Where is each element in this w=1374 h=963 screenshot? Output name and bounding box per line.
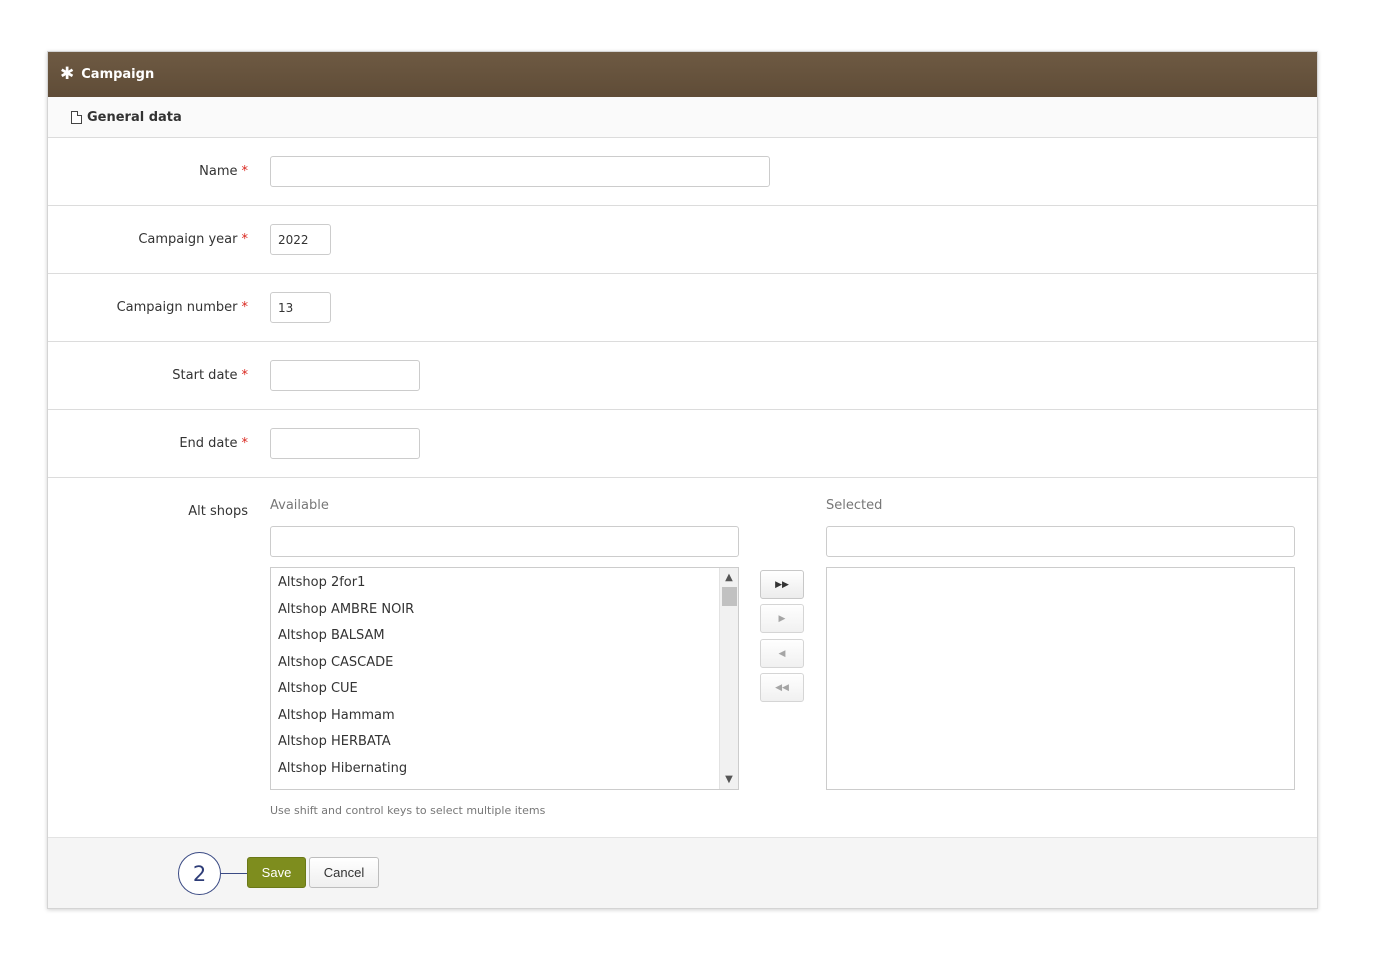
list-item[interactable]: Altshop BALSAM bbox=[271, 623, 738, 650]
selected-filter-input[interactable] bbox=[826, 526, 1295, 557]
start-date-label: Start date * bbox=[172, 368, 249, 383]
scroll-thumb[interactable] bbox=[722, 587, 737, 606]
double-chevron-right-icon: ▶▶ bbox=[775, 579, 789, 590]
start-date-input[interactable] bbox=[270, 360, 420, 391]
callout-line bbox=[221, 873, 247, 874]
available-filter-input[interactable] bbox=[270, 526, 739, 557]
campaign-number-row: Campaign number * bbox=[48, 274, 1317, 342]
list-item[interactable]: Altshop CUE bbox=[271, 676, 738, 703]
name-label: Name * bbox=[199, 164, 249, 179]
available-scrollbar[interactable]: ▲ ▼ bbox=[719, 568, 738, 789]
multi-select-hint: Use shift and control keys to select mul… bbox=[270, 804, 546, 817]
panel-header: ✱ Campaign bbox=[48, 52, 1317, 97]
move-all-left-button[interactable]: ◀◀ bbox=[760, 673, 804, 702]
list-item[interactable]: Altshop AMBRE NOIR bbox=[271, 597, 738, 624]
panel-title: Campaign bbox=[81, 67, 155, 82]
asterisk-icon: ✱ bbox=[60, 64, 75, 84]
move-all-right-button[interactable]: ▶▶ bbox=[760, 570, 804, 599]
available-title: Available bbox=[270, 498, 329, 513]
campaign-year-label: Campaign year * bbox=[138, 232, 249, 247]
required-marker: * bbox=[241, 368, 249, 383]
name-row: Name * bbox=[48, 138, 1317, 206]
campaign-year-row: Campaign year * bbox=[48, 206, 1317, 274]
end-date-input[interactable] bbox=[270, 428, 420, 459]
cancel-button[interactable]: Cancel bbox=[309, 857, 379, 888]
campaign-number-label: Campaign number * bbox=[116, 300, 249, 315]
chevron-right-icon: ▶ bbox=[778, 613, 786, 624]
chevron-left-icon: ◀ bbox=[778, 648, 786, 659]
end-date-row: End date * bbox=[48, 410, 1317, 478]
section-title: General data bbox=[87, 109, 182, 125]
campaign-panel: ✱ Campaign General data Name * Campaign y… bbox=[47, 51, 1318, 909]
name-input[interactable] bbox=[270, 156, 770, 187]
alt-shops-section: Alt shops Available Selected Altshop 2fo… bbox=[48, 478, 1317, 838]
list-item[interactable]: Altshop 2for1 bbox=[271, 570, 738, 597]
double-chevron-left-icon: ◀◀ bbox=[775, 682, 789, 693]
list-item[interactable]: Altshop CASCADE bbox=[271, 650, 738, 677]
section-header: General data bbox=[48, 97, 1317, 138]
campaign-number-input[interactable] bbox=[270, 292, 331, 323]
list-item[interactable]: Altshop Hammam bbox=[271, 703, 738, 730]
required-marker: * bbox=[241, 164, 249, 179]
selected-list bbox=[827, 568, 1294, 570]
selected-listbox[interactable] bbox=[826, 567, 1295, 790]
step-callout: 2 bbox=[178, 852, 221, 895]
available-list: Altshop 2for1 Altshop AMBRE NOIR Altshop B… bbox=[271, 568, 738, 782]
selected-title: Selected bbox=[826, 498, 883, 513]
end-date-label: End date * bbox=[179, 436, 249, 451]
move-right-button[interactable]: ▶ bbox=[760, 604, 804, 633]
alt-shops-label: Alt shops bbox=[188, 503, 248, 519]
available-listbox[interactable]: Altshop 2for1 Altshop AMBRE NOIR Altshop B… bbox=[270, 567, 739, 790]
start-date-row: Start date * bbox=[48, 342, 1317, 410]
campaign-year-input[interactable] bbox=[270, 224, 331, 255]
required-marker: * bbox=[241, 436, 249, 451]
save-button[interactable]: Save bbox=[247, 857, 306, 888]
scroll-up-icon[interactable]: ▲ bbox=[720, 569, 738, 586]
document-icon bbox=[71, 110, 82, 124]
list-item[interactable]: Altshop Hibernating bbox=[271, 756, 738, 783]
required-marker: * bbox=[241, 300, 249, 315]
scroll-down-icon[interactable]: ▼ bbox=[720, 771, 738, 788]
required-marker: * bbox=[241, 232, 249, 247]
list-item[interactable]: Altshop HERBATA bbox=[271, 729, 738, 756]
move-left-button[interactable]: ◀ bbox=[760, 639, 804, 668]
form-footer: 2 Save Cancel bbox=[48, 837, 1317, 908]
